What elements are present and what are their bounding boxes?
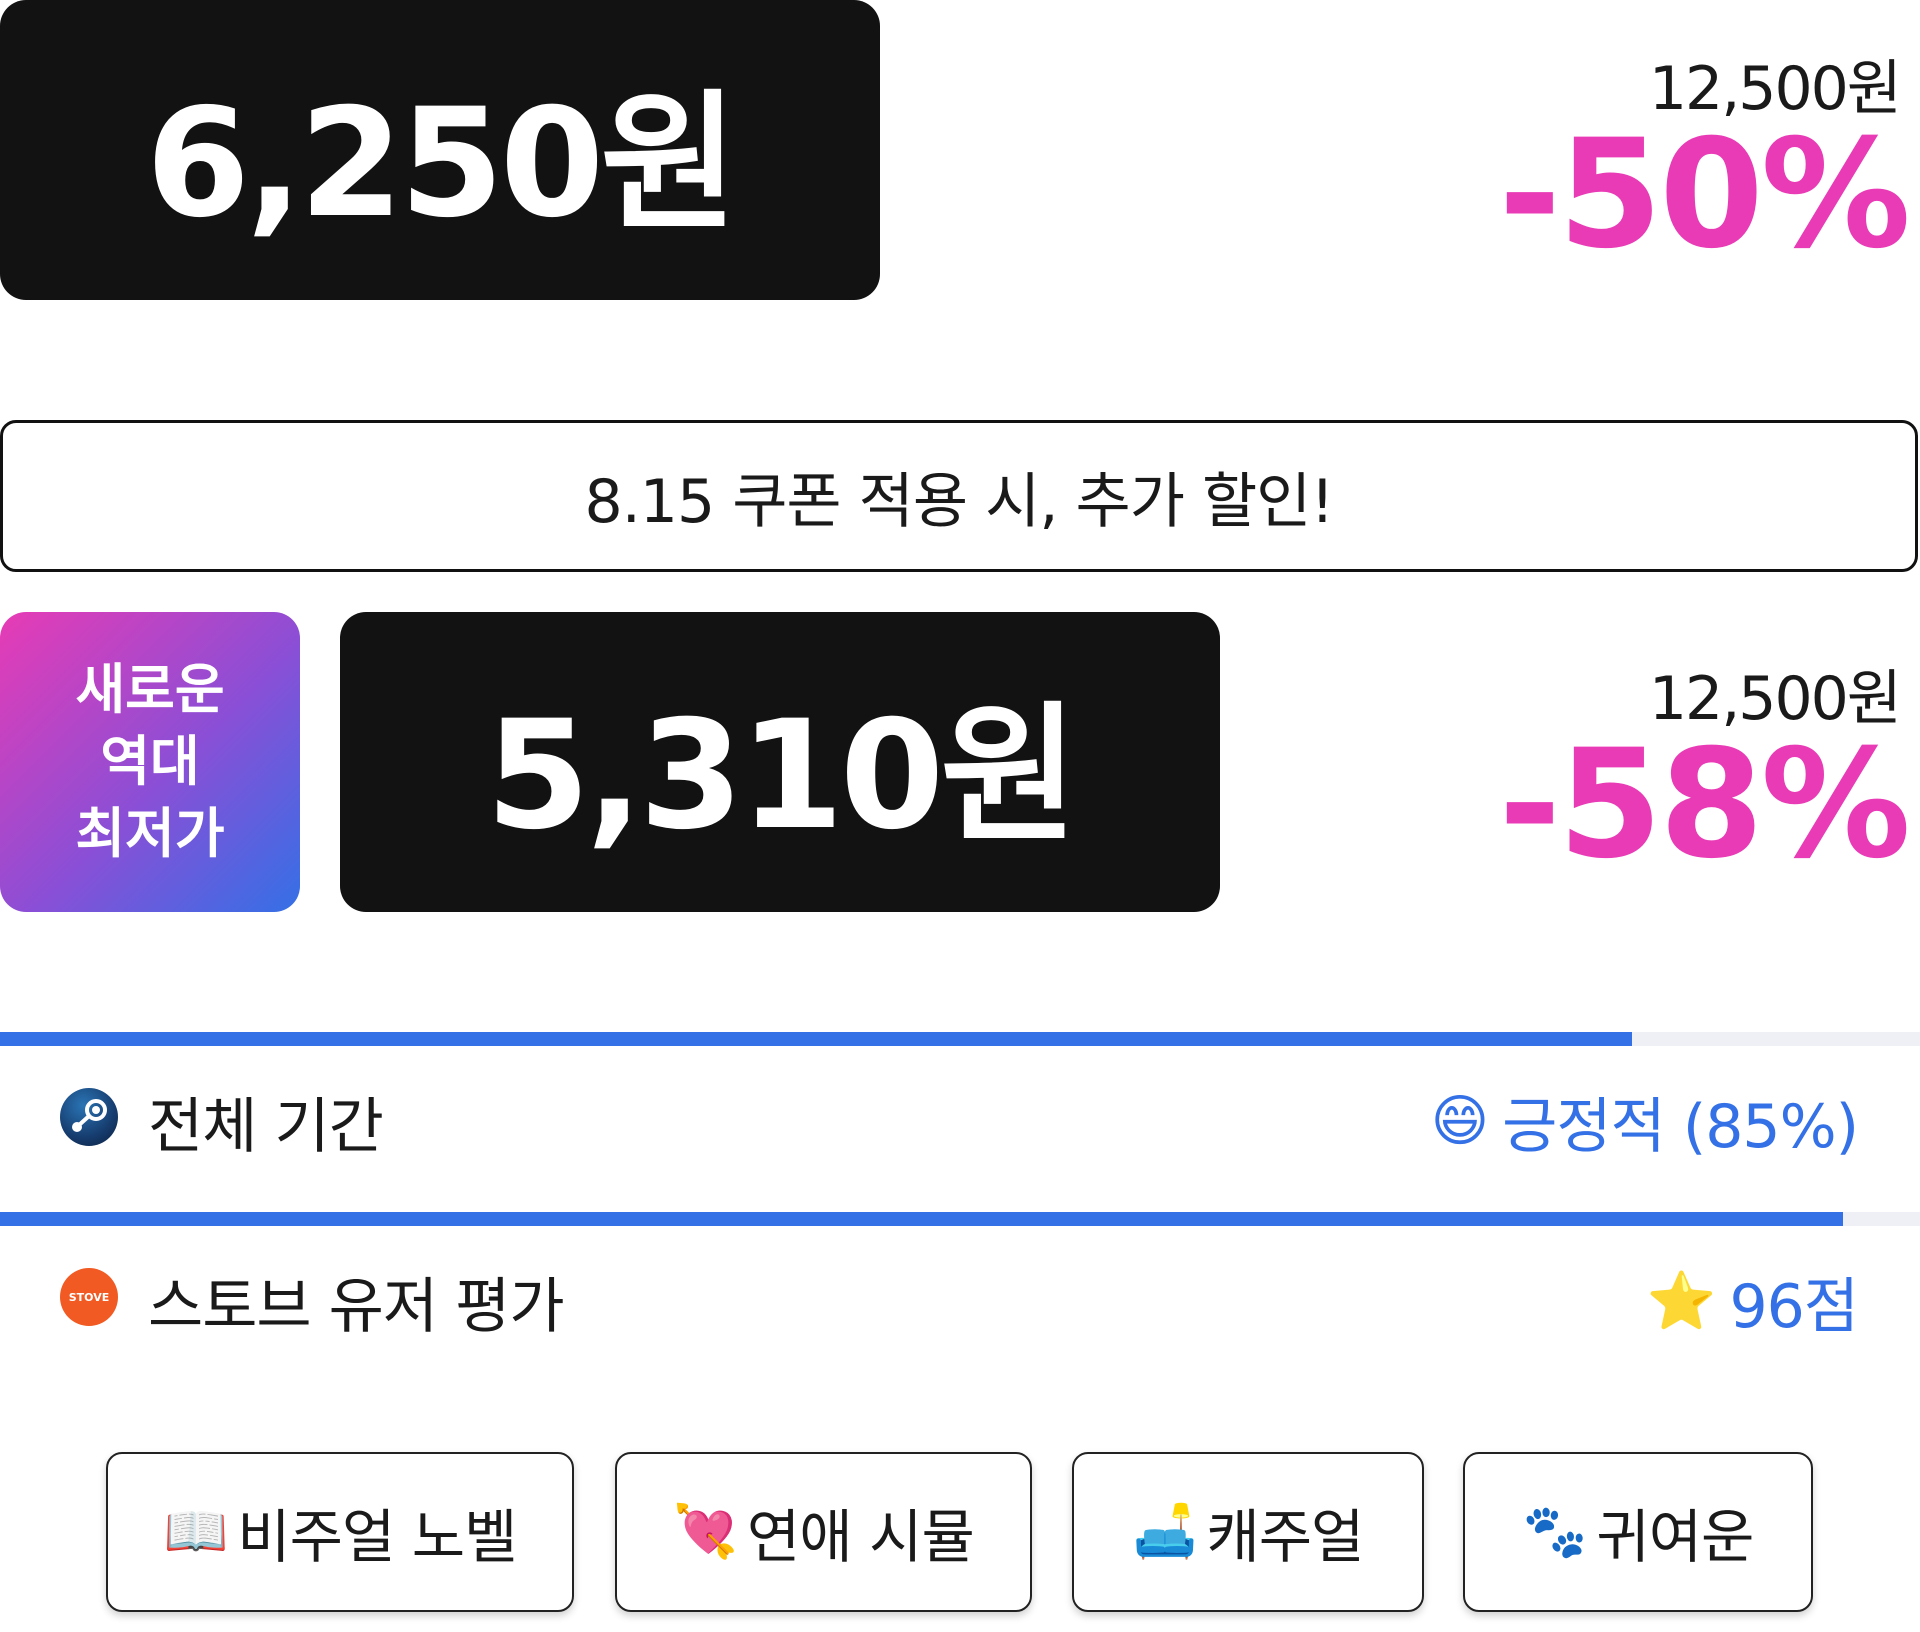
coupon-discount-rate: -58%	[1498, 718, 1911, 892]
steam-rating-bar	[0, 1032, 1920, 1046]
steam-icon	[60, 1088, 118, 1146]
stove-rating-bar	[0, 1212, 1920, 1226]
discount-rate: -50%	[1498, 108, 1911, 282]
coupon-price: 5,310원	[485, 688, 1078, 863]
stove-rating-value: ⭐ 96점	[1646, 1258, 1859, 1345]
badge-line-3: 최저가	[75, 802, 225, 865]
stove-icon: STOVE	[60, 1268, 118, 1326]
coupon-banner[interactable]: 8.15 쿠폰 적용 시, 추가 할인!	[0, 420, 1918, 572]
tag-label: 귀여운	[1596, 1503, 1754, 1571]
tag-visual-novel[interactable]: 📖 비주얼 노벨	[106, 1452, 574, 1612]
stove-rating-label: 스토브 유저 평가	[148, 1272, 565, 1342]
tag-label: 연애 시뮬	[746, 1503, 975, 1571]
sale-price-box: 6,250원	[0, 0, 880, 300]
tag-cute[interactable]: 🐾 귀여운	[1463, 1452, 1813, 1612]
heart-arrow-icon: 💘	[673, 1502, 738, 1562]
steam-rating-text: 긍정적 (85%)	[1502, 1092, 1859, 1162]
coupon-banner-text: 8.15 쿠폰 적용 시, 추가 할인!	[584, 466, 1335, 537]
sale-price: 6,250원	[145, 76, 738, 251]
badge-line-2: 역대	[100, 730, 200, 793]
steam-rating-label: 전체 기간	[148, 1092, 384, 1162]
tag-label: 캐주얼	[1206, 1503, 1364, 1571]
paw-prints-icon: 🐾	[1522, 1502, 1588, 1562]
stove-rating-text: 96점	[1729, 1272, 1859, 1342]
stove-rating-bar-fill	[0, 1212, 1844, 1226]
tag-dating-sim[interactable]: 💘 연애 시뮬	[615, 1452, 1032, 1612]
tag-casual[interactable]: 🛋️ 캐주얼	[1072, 1452, 1424, 1612]
stove-rating-row[interactable]: STOVE 스토브 유저 평가 ⭐ 96점	[0, 1234, 1920, 1354]
grinning-face-icon: 😄	[1430, 1088, 1489, 1154]
coupon-price-box: 5,310원	[340, 612, 1220, 912]
steam-rating-row[interactable]: 전체 기간 😄 긍정적 (85%)	[0, 1054, 1920, 1174]
steam-rating-value: 😄 긍정적 (85%)	[1430, 1078, 1859, 1165]
steam-rating-bar-fill	[0, 1032, 1632, 1046]
open-book-icon: 📖	[163, 1502, 229, 1562]
couch-icon: 🛋️	[1132, 1502, 1198, 1562]
lowest-price-badge: 새로운 역대 최저가	[0, 612, 300, 912]
tag-label: 비주얼 노벨	[237, 1503, 517, 1571]
star-icon: ⭐	[1646, 1268, 1717, 1334]
badge-line-1: 새로운	[75, 658, 225, 721]
